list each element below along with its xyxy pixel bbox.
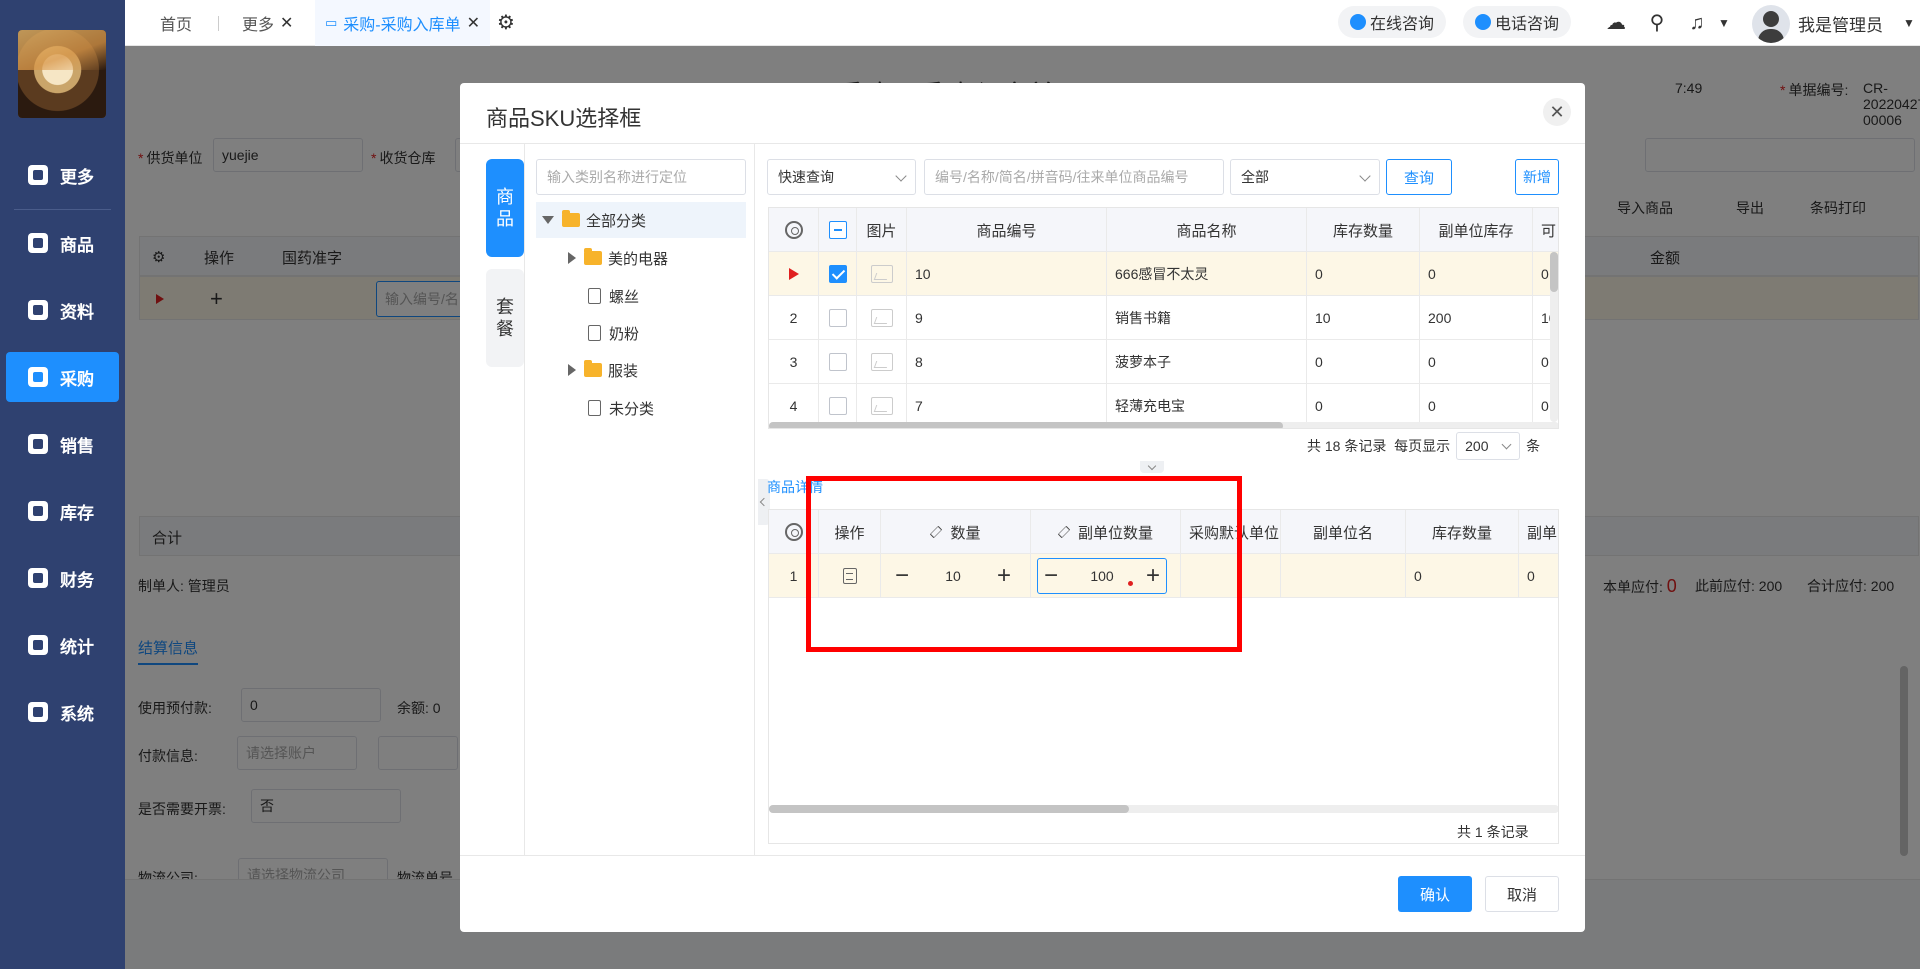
sidebar-nav: 更多 商品 资料 采购 销售 库存 财务 统计 系统 bbox=[0, 150, 125, 754]
file-icon bbox=[588, 325, 601, 341]
table-row[interactable]: 10 666感冒不太灵 0 0 0 bbox=[769, 252, 1558, 296]
detail-hscroll[interactable] bbox=[769, 805, 1558, 813]
file-icon bbox=[588, 400, 601, 416]
tab-goods[interactable]: 商品 bbox=[486, 159, 524, 257]
sidebar-item-statistics[interactable]: 统计 bbox=[6, 620, 119, 670]
page-size-select[interactable]: 200 bbox=[1456, 432, 1521, 460]
tree-node-milk-powder[interactable]: 奶粉 bbox=[588, 315, 639, 351]
image-placeholder-icon bbox=[857, 296, 907, 340]
online-consult-button[interactable]: 在线咨询 bbox=[1338, 6, 1447, 38]
chevron-down-icon[interactable]: ▼ bbox=[1713, 12, 1735, 34]
current-row-icon bbox=[769, 252, 819, 296]
confirm-button[interactable]: 确认 bbox=[1398, 876, 1472, 912]
table-row[interactable]: 3 8 菠萝本子 0 0 0 bbox=[769, 340, 1558, 384]
bar-chart-icon bbox=[28, 434, 48, 454]
plus-square-icon bbox=[28, 165, 48, 185]
add-button[interactable]: 新增 bbox=[1515, 159, 1559, 195]
gear-icon[interactable] bbox=[769, 208, 819, 252]
user-name[interactable]: 我是管理员 bbox=[1798, 0, 1883, 46]
close-icon[interactable]: ✕ bbox=[467, 13, 480, 33]
purchase-icon bbox=[28, 367, 48, 387]
goods-table: 图片 商品编号 商品名称 库存数量 副单位库存 可 10 666感冒不太灵 0 … bbox=[768, 207, 1559, 429]
folder-icon bbox=[584, 360, 602, 377]
folder-icon bbox=[584, 248, 602, 265]
sidebar-item-goods[interactable]: 商品 bbox=[6, 218, 119, 268]
file-icon bbox=[588, 288, 601, 304]
yen-icon bbox=[28, 568, 48, 588]
user-avatar[interactable] bbox=[1752, 5, 1790, 43]
app-avatar[interactable] bbox=[18, 30, 106, 118]
query-button[interactable]: 查询 bbox=[1386, 159, 1452, 195]
chevron-down-icon bbox=[895, 170, 907, 182]
red-dot-marker bbox=[1128, 581, 1133, 586]
tab-package[interactable]: 套餐 bbox=[486, 269, 524, 367]
chevron-down-icon[interactable]: ▼ bbox=[1898, 12, 1920, 34]
close-icon[interactable]: ✕ bbox=[1543, 98, 1571, 126]
row-checkbox[interactable] bbox=[819, 340, 857, 384]
tab-home[interactable]: 首页 bbox=[160, 0, 192, 46]
sidebar-item-more[interactable]: 更多 bbox=[6, 150, 119, 200]
document-icon bbox=[28, 300, 48, 320]
sidebar-item-finance[interactable]: 财务 bbox=[6, 553, 119, 603]
caret-down-icon[interactable] bbox=[542, 216, 554, 224]
goods-search-input[interactable]: 编号/名称/简名/拼音码/往来单位商品编号 bbox=[924, 159, 1224, 195]
close-icon[interactable]: ✕ bbox=[280, 13, 293, 33]
goods-hscroll[interactable] bbox=[769, 422, 1558, 428]
chevron-down-icon bbox=[1501, 439, 1512, 450]
sidebar-item-sales[interactable]: 销售 bbox=[6, 419, 119, 469]
image-placeholder-icon bbox=[857, 340, 907, 384]
scope-select[interactable]: 全部 bbox=[1230, 159, 1380, 195]
tree-node-all[interactable]: 全部分类 bbox=[536, 202, 746, 238]
table-row[interactable]: 2 9 销售书籍 10 200 10 bbox=[769, 296, 1558, 340]
modal-title: 商品SKU选择框 bbox=[486, 106, 642, 131]
collapse-down-icon[interactable] bbox=[1140, 461, 1164, 473]
sidebar-item-system[interactable]: 系统 bbox=[6, 687, 119, 737]
image-placeholder-icon bbox=[857, 252, 907, 296]
tab-purchase-inbound[interactable]: ▭ 采购-采购入库单 ✕ bbox=[315, 0, 491, 46]
detail-total: 共 1 条记录 bbox=[1457, 824, 1529, 840]
tree-node-clothing[interactable]: 服装 bbox=[568, 352, 638, 388]
top-bar: 首页 更多 ✕ ▭ 采购-采购入库单 ✕ ⚙ 在线咨询 电话咨询 ☁ ⚲ ♫ ▼ 我是… bbox=[125, 0, 1920, 46]
goods-table-header: 图片 商品编号 商品名称 库存数量 副单位库存 可 bbox=[769, 208, 1558, 252]
row-checkbox[interactable] bbox=[819, 296, 857, 340]
sub-unit-name-cell bbox=[1281, 554, 1406, 598]
row-checkbox[interactable] bbox=[819, 252, 857, 296]
category-search-input[interactable]: 输入类别名称进行定位 bbox=[536, 159, 746, 195]
chevron-down-icon bbox=[1359, 170, 1371, 182]
sidebar-item-data[interactable]: 资料 bbox=[6, 285, 119, 335]
sidebar: 更多 商品 资料 采购 销售 库存 财务 统计 系统 bbox=[0, 0, 125, 969]
warehouse-icon bbox=[28, 501, 48, 521]
goods-pager: 共 18 条记录 每页显示 200 条 bbox=[1307, 431, 1540, 461]
select-all-checkbox[interactable] bbox=[819, 208, 857, 252]
tree-node-screw[interactable]: 螺丝 bbox=[588, 278, 639, 314]
tab-more[interactable]: 更多 ✕ bbox=[242, 0, 293, 46]
goods-vscroll[interactable] bbox=[1550, 252, 1558, 422]
sidebar-item-purchase[interactable]: 采购 bbox=[6, 352, 119, 402]
cloud-download-icon[interactable]: ☁ bbox=[1605, 12, 1627, 34]
document-icon: ▭ bbox=[325, 15, 338, 30]
tree-node-uncategorized[interactable]: 未分类 bbox=[588, 390, 654, 426]
phone-consult-button[interactable]: 电话咨询 bbox=[1463, 6, 1572, 38]
caret-right-icon[interactable] bbox=[568, 364, 576, 376]
chat-icon bbox=[1350, 14, 1366, 30]
search-icon[interactable]: ⚲ bbox=[1646, 12, 1668, 34]
phone-icon bbox=[1475, 14, 1491, 30]
bag-icon bbox=[28, 233, 48, 253]
gear-icon[interactable]: ⚙ bbox=[495, 12, 517, 34]
folder-icon bbox=[562, 210, 580, 227]
tree-node-midea[interactable]: 美的电器 bbox=[568, 240, 668, 276]
hexagon-icon bbox=[28, 702, 48, 722]
highlight-annotation bbox=[806, 476, 1242, 652]
chart-icon bbox=[28, 635, 48, 655]
caret-right-icon[interactable] bbox=[568, 252, 576, 264]
sidebar-item-inventory[interactable]: 库存 bbox=[6, 486, 119, 536]
cancel-button[interactable]: 取消 bbox=[1485, 876, 1559, 912]
quick-query-select[interactable]: 快速查询 bbox=[767, 159, 916, 195]
bell-icon[interactable]: ♫ bbox=[1686, 12, 1708, 34]
